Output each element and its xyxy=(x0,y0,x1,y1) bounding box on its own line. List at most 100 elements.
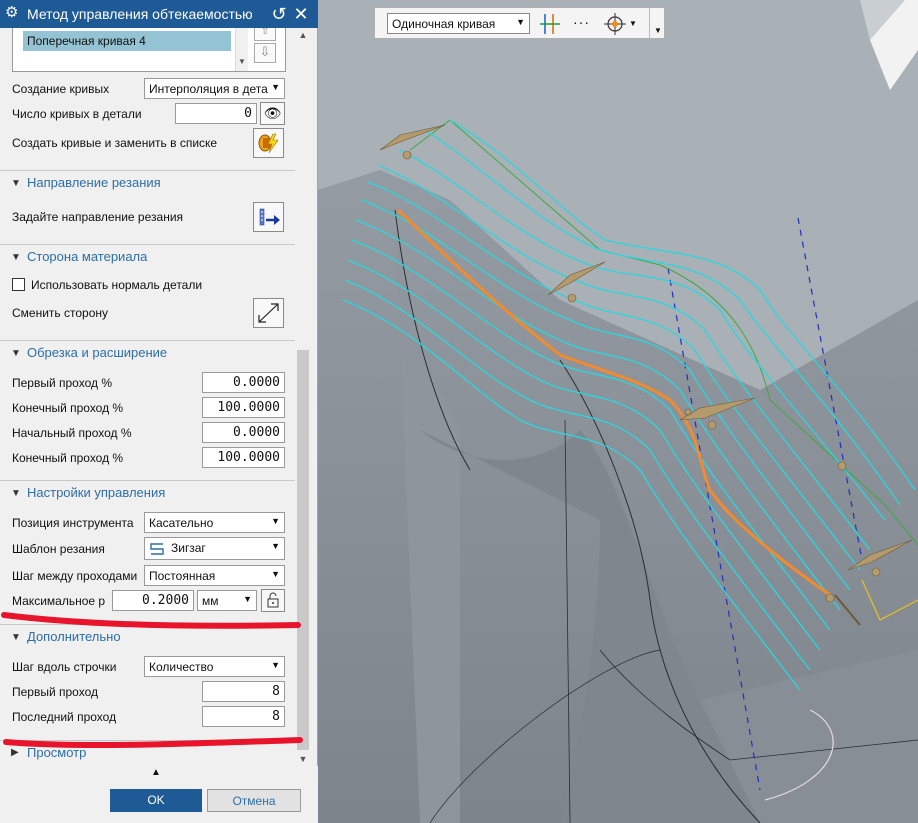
tool-position-select[interactable]: Касательно ▼ xyxy=(144,512,285,533)
tool-position-value: Касательно xyxy=(149,516,214,530)
first-pass-label: Первый проход xyxy=(12,685,98,699)
tool-position-label: Позиция инструмента xyxy=(12,516,134,530)
section-more[interactable]: ▼ Дополнительно xyxy=(0,624,295,648)
expand-icon: ▶ xyxy=(11,747,19,758)
move-up-button[interactable]: ⇧ xyxy=(254,28,276,41)
cut-pattern-select[interactable]: Зигзаг ▼ xyxy=(144,537,285,560)
scroll-up-icon[interactable]: ▲ xyxy=(295,28,311,42)
curve-count-label: Число кривых в детали xyxy=(12,107,142,121)
gear-icon: ⚙ xyxy=(5,4,19,21)
unit-select[interactable]: мм ▼ xyxy=(197,590,257,611)
collapse-icon: ▼ xyxy=(11,348,21,359)
section-title: Просмотр xyxy=(27,745,87,760)
list-item-selected[interactable]: Поперечная кривая 4 xyxy=(23,31,231,51)
section-title: Обрезка и расширение xyxy=(27,345,168,360)
stepover-select[interactable]: Постоянная ▼ xyxy=(144,565,285,586)
flip-side-button[interactable] xyxy=(253,298,284,328)
dropdown-arrow-icon: ▼ xyxy=(271,541,280,551)
use-part-normal-checkbox[interactable] xyxy=(12,278,25,291)
creation-label: Создание кривых xyxy=(12,82,110,96)
cancel-button[interactable]: Отмена xyxy=(207,789,301,812)
max-distance-field[interactable]: 0.2000 xyxy=(112,590,194,611)
collapse-icon: ▼ xyxy=(11,632,21,643)
first-pass-field[interactable]: 8 xyxy=(202,681,285,702)
unit-value: мм xyxy=(202,594,219,608)
flip-side-label: Сменить сторону xyxy=(12,306,109,320)
section-title: Направление резания xyxy=(27,175,161,190)
use-part-normal-label: Использовать нормаль детали xyxy=(31,278,203,292)
selection-toolbar: Одиночная кривая ▼ ··· ▼ ▼ xyxy=(374,7,665,39)
trim-row-label: Первый проход % xyxy=(12,376,113,390)
dropdown-arrow-icon: ▼ xyxy=(271,569,280,579)
section-title: Настройки управления xyxy=(27,485,166,500)
section-trim-extend[interactable]: ▼ Обрезка и расширение xyxy=(0,340,295,364)
section-drive-settings[interactable]: ▼ Настройки управления xyxy=(0,480,295,504)
end-step-percent-field[interactable]: 100.0000 xyxy=(202,447,285,468)
close-icon[interactable]: ✕ xyxy=(290,3,312,25)
start-step-percent-field[interactable]: 0.0000 xyxy=(202,422,285,443)
max-distance-label: Максимальное р xyxy=(12,594,106,608)
dialog-footer: ▲ OK Отмена xyxy=(0,766,318,823)
dropdown-arrow-icon: ▼ xyxy=(516,17,525,27)
part-model-view[interactable] xyxy=(318,0,918,823)
last-pass-label: Последний проход xyxy=(12,710,117,724)
snap-point-icon[interactable] xyxy=(603,12,627,36)
cut-pattern-value: Зигзаг xyxy=(171,541,206,555)
graphics-viewport[interactable]: Одиночная кривая ▼ ··· ▼ ▼ xyxy=(318,0,918,823)
dialog-scrollbar[interactable]: ▲ ▼ xyxy=(295,28,311,766)
toolbar-options-button[interactable]: ▼ xyxy=(649,8,665,38)
create-replace-button[interactable] xyxy=(253,128,284,158)
dropdown-arrow-icon: ▼ xyxy=(271,516,280,526)
trim-row-label: Начальный проход % xyxy=(12,426,132,440)
section-material-side[interactable]: ▼ Сторона материала xyxy=(0,244,295,268)
move-down-button[interactable]: ⇩ xyxy=(254,43,276,63)
lock-icon[interactable] xyxy=(261,589,285,612)
zigzag-icon xyxy=(150,543,164,555)
cut-pattern-label: Шаблон резания xyxy=(12,542,105,556)
dialog-content: Поперечная кривая 4 ▼ ⇧ ⇩ Создание кривы… xyxy=(0,28,295,766)
trim-row-label: Конечный проход % xyxy=(12,401,124,415)
direction-arrow-icon xyxy=(259,208,280,226)
stepover-value: Постоянная xyxy=(149,569,216,583)
selection-filter-value: Одиночная кривая xyxy=(392,17,496,31)
ok-button[interactable]: OK xyxy=(110,789,202,812)
chevron-down-icon[interactable]: ▼ xyxy=(238,57,246,66)
stepover-label: Шаг между проходами xyxy=(12,569,138,583)
selection-filter-select[interactable]: Одиночная кривая ▼ xyxy=(387,13,530,34)
first-cut-percent-field[interactable]: 0.0000 xyxy=(202,372,285,393)
step-along-label: Шаг вдоль строчки xyxy=(12,660,117,674)
dropdown-arrow-icon: ▼ xyxy=(243,594,252,604)
more-options-icon[interactable]: ··· xyxy=(573,14,590,30)
chevron-down-icon[interactable]: ▼ xyxy=(629,19,637,28)
scrollbar-thumb[interactable] xyxy=(297,350,309,750)
cut-direction-button[interactable] xyxy=(253,202,284,232)
collapse-footer-icon[interactable]: ▲ xyxy=(151,767,161,778)
reset-icon[interactable]: ↺ xyxy=(268,3,290,25)
last-pass-field[interactable]: 8 xyxy=(202,706,285,727)
streamline-drive-dialog: ⚙ Метод управления обтекаемостью ↺ ✕ Поп… xyxy=(0,0,318,823)
scroll-down-icon[interactable]: ▼ xyxy=(295,752,311,766)
create-replace-label: Создать кривые и заменить в списке xyxy=(12,136,218,150)
dialog-title-bar[interactable]: ⚙ Метод управления обтекаемостью ↺ ✕ xyxy=(0,0,318,28)
step-along-value: Количество xyxy=(149,660,214,674)
cut-direction-label: Задайте направление резания xyxy=(12,210,184,224)
section-preview[interactable]: ▶ Просмотр xyxy=(0,740,295,764)
section-title: Сторона материала xyxy=(27,249,148,264)
step-along-select[interactable]: Количество ▼ xyxy=(144,656,285,677)
eye-icon[interactable]: 👁 xyxy=(260,102,285,125)
intersection-icon[interactable] xyxy=(538,12,562,36)
flip-arrows-icon xyxy=(258,303,279,323)
dialog-title: Метод управления обтекаемостью xyxy=(27,6,253,22)
dropdown-arrow-icon: ▼ xyxy=(271,660,280,670)
creation-method-value: Интерполяция в дета xyxy=(149,82,268,96)
curve-list[interactable]: Поперечная кривая 4 ▼ ⇧ ⇩ xyxy=(12,28,286,72)
last-cut-percent-field[interactable]: 100.0000 xyxy=(202,397,285,418)
section-cut-direction[interactable]: ▼ Направление резания xyxy=(0,170,295,194)
collapse-icon: ▼ xyxy=(11,178,21,189)
collapse-icon: ▼ xyxy=(11,252,21,263)
list-scrollbar[interactable]: ▼ xyxy=(235,28,248,71)
trim-row-label: Конечный проход % xyxy=(12,451,124,465)
creation-method-select[interactable]: Интерполяция в дета ▼ xyxy=(144,78,285,99)
curve-count-field[interactable]: 0 xyxy=(175,103,257,124)
collapse-icon: ▼ xyxy=(11,488,21,499)
